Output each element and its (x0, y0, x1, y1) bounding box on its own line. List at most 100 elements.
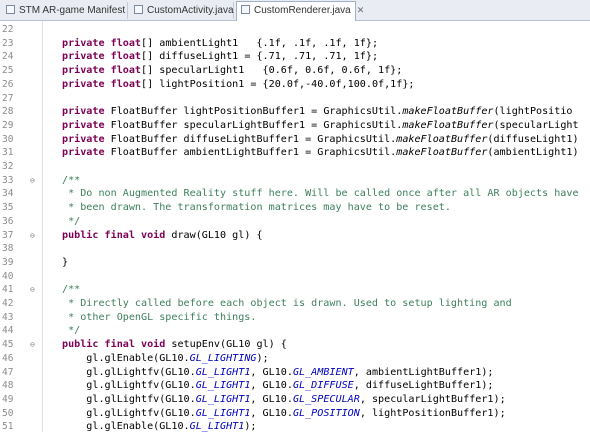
code-line[interactable]: 45 ⊖ public final void setupEnv(GL10 gl) { (0, 338, 590, 351)
code-line[interactable]: 41 ⊖ /** (0, 283, 590, 296)
method-token: makeFloatBuffer (396, 133, 488, 145)
code-line[interactable]: 37 ⊖ public final void draw(GL10 gl) { (0, 229, 590, 242)
code-token: FloatBuffer specularLightBuffer1 = Graph… (104, 119, 403, 131)
constant-token: GL_LIGHT1 (189, 421, 245, 433)
code-line[interactable]: 39} (0, 256, 590, 269)
fold-toggle-icon[interactable]: ⊖ (30, 231, 38, 240)
code-text: * Directly called before each object is … (62, 297, 512, 310)
code-text: public final void draw(GL10 gl) { (62, 229, 263, 242)
line-number: 44 (2, 325, 14, 337)
code-line[interactable]: 29 private FloatBuffer specularLightBuffe… (0, 119, 590, 132)
code-line[interactable]: 40 (0, 270, 590, 283)
line-number: 51 (2, 421, 14, 433)
code-token: setupEnv(GL10 gl) { (165, 339, 287, 351)
code-line[interactable]: 42 * Directly called before each object … (0, 297, 590, 310)
code-token: FloatBuffer diffuseLightBuffer1 = Graphi… (104, 133, 397, 145)
code-line[interactable]: 33 ⊖ /** (0, 174, 590, 187)
code-line[interactable]: 22 (0, 23, 590, 36)
constant-token: GL_DIFFUSE (292, 380, 354, 392)
code-token: , diffuseLightBuffer1); (353, 380, 494, 392)
method-token: makeFloatBuffer (402, 106, 494, 118)
comment-token: */ (62, 215, 81, 227)
line-number: 32 (2, 161, 14, 172)
keyword-token: private (62, 147, 105, 159)
line-number: 47 (2, 366, 14, 378)
code-line[interactable]: 31 private FloatBuffer ambientLightBuffer… (0, 146, 590, 159)
code-line[interactable]: 26 private float[] lightPosition1 = {20.0… (0, 78, 590, 91)
code-text: public final void setupEnv(GL10 gl) { (62, 338, 287, 351)
constant-token: GL_LIGHT1 (195, 366, 251, 378)
code-text: * Do non Augmented Reality stuff here. W… (62, 187, 578, 200)
tab-manifest[interactable]: STM AR-game Manifest (2, 2, 128, 19)
line-number: 38 (2, 243, 14, 255)
line-number: 34 (2, 188, 14, 200)
code-text: */ (62, 215, 80, 228)
line-number: 39 (2, 256, 14, 268)
fold-toggle-icon[interactable]: ⊖ (30, 340, 38, 349)
code-token: , specularLightBuffer1); (359, 393, 506, 405)
code-line[interactable]: 43 * other OpenGL specific things. (0, 311, 590, 324)
line-number: 30 (2, 133, 14, 145)
fold-toggle-icon[interactable]: ⊖ (30, 176, 38, 185)
code-token: FloatBuffer lightPositionBuffer1 = Graph… (104, 106, 403, 118)
code-line[interactable]: 51 gl.glEnable(GL10.GL_LIGHT1); (0, 420, 590, 433)
code-token: gl.glEnable(GL10. (62, 352, 190, 364)
code-text: * other OpenGL specific things. (62, 311, 256, 324)
code-text: private float[] specularLight1 {0.6f, 0.… (62, 64, 402, 77)
code-token: (specularLight (493, 119, 579, 131)
tab-custom-activity[interactable]: CustomActivity.java (130, 2, 234, 19)
constant-token: GL_POSITION (292, 407, 360, 419)
constant-token: GL_AMBIENT (292, 366, 354, 378)
editor-tab-bar: STM AR-game Manifest CustomActivity.java… (0, 0, 590, 21)
code-line[interactable]: 27 (0, 92, 590, 105)
line-number: 49 (2, 393, 14, 405)
fold-toggle-icon[interactable]: ⊖ (30, 285, 38, 294)
code-line[interactable]: 46 gl.glEnable(GL10.GL_LIGHTING); (0, 352, 590, 365)
line-number: 36 (2, 215, 14, 227)
line-number: 45 (2, 339, 14, 351)
tab-custom-renderer[interactable]: CustomRenderer.java ✕ (236, 1, 364, 21)
code-line[interactable]: 49 gl.glLightfv(GL10.GL_LIGHT1, GL10.GL_… (0, 393, 590, 406)
constant-token: GL_SPECULAR (292, 393, 360, 405)
code-editor[interactable]: 22 23 private float[] ambientLight1 {.1f, … (0, 21, 590, 432)
code-line[interactable]: 24 private float[] diffuseLight1 = {.71, … (0, 50, 590, 63)
keyword-token: private float (62, 78, 142, 90)
code-token: gl.glLightfv(GL10. (62, 380, 196, 392)
code-token: (diffuseLight1) (487, 133, 579, 145)
line-number: 23 (2, 37, 14, 49)
code-line[interactable]: 34 * Do non Augmented Reality stuff here… (0, 187, 590, 200)
line-number: 28 (2, 106, 14, 118)
code-line[interactable]: 47 gl.glLightfv(GL10.GL_LIGHT1, GL10.GL_… (0, 366, 590, 379)
keyword-token: private float (62, 37, 142, 49)
code-line[interactable]: 38 (0, 242, 590, 255)
line-number: 41 (2, 284, 14, 296)
code-line[interactable]: 48 gl.glLightfv(GL10.GL_LIGHT1, GL10.GL_… (0, 379, 590, 392)
code-line[interactable]: 35 * been drawn. The transformation matr… (0, 201, 590, 214)
line-number: 33 (2, 174, 14, 186)
code-token: , GL10. (250, 393, 293, 405)
code-line[interactable]: 23 private float[] ambientLight1 {.1f, .1… (0, 37, 590, 50)
code-line[interactable]: 28 private FloatBuffer lightPositionBuffe… (0, 105, 590, 118)
code-line[interactable]: 32 (0, 160, 590, 173)
code-line[interactable]: 44 */ (0, 324, 590, 337)
code-text: private FloatBuffer diffuseLightBuffer1 … (62, 133, 579, 146)
keyword-token: private (62, 119, 105, 131)
constant-token: GL_LIGHT1 (195, 407, 251, 419)
code-line[interactable]: 30 private FloatBuffer diffuseLightBuffer… (0, 133, 590, 146)
comment-token: * been drawn. The transformation matrice… (62, 202, 451, 214)
close-tab-icon[interactable]: ✕ (357, 2, 365, 19)
line-number: 22 (2, 24, 14, 35)
keyword-token: private float (62, 51, 142, 63)
code-line[interactable]: 25 private float[] specularLight1 {0.6f, … (0, 64, 590, 77)
code-text: private float[] lightPosition1 = {20.0f,… (62, 78, 414, 91)
code-line[interactable]: 50 gl.glLightfv(GL10.GL_LIGHT1, GL10.GL_… (0, 407, 590, 420)
code-line[interactable]: 36 */ (0, 215, 590, 228)
code-text: * been drawn. The transformation matrice… (62, 201, 451, 214)
line-number: 31 (2, 147, 14, 159)
code-token: (ambientLight1) (487, 147, 579, 159)
method-token: makeFloatBuffer (402, 119, 494, 131)
tab-label: CustomRenderer.java (254, 5, 351, 16)
comment-token: * Directly called before each object is … (62, 298, 512, 309)
comment-token: /** (62, 174, 81, 186)
code-text: private float[] ambientLight1 {.1f, .1f,… (62, 37, 378, 50)
